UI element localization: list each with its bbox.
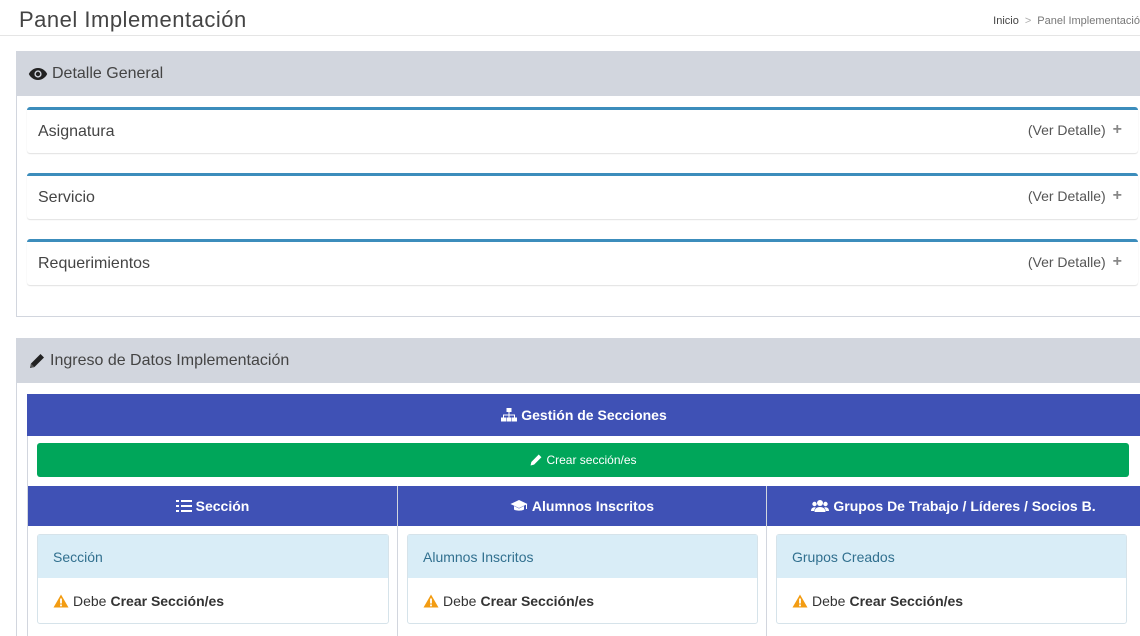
users-icon [811, 500, 830, 512]
ingreso-datos-title: Ingreso de Datos Implementación [50, 352, 290, 369]
panel-requerimientos: Requerimientos (Ver Detalle) + [27, 239, 1138, 285]
warning-text: Debe [73, 593, 107, 609]
pencil-icon [30, 354, 44, 368]
column-seccion-title: Sección [195, 498, 250, 514]
warning-text: Debe [443, 593, 477, 609]
alumnos-card: Alumnos Inscritos Debe Crear Sección/es [407, 534, 758, 624]
gestion-secciones-title: Gestión de Secciones [521, 407, 667, 423]
asignatura-ver-detalle-button[interactable]: (Ver Detalle) + [1028, 121, 1122, 139]
ingreso-datos-box: Ingreso de Datos Implementación Gestión … [16, 338, 1140, 636]
panel-requerimientos-label: Requerimientos [38, 255, 151, 272]
pencil-icon [531, 454, 542, 466]
breadcrumb-home-link[interactable]: Inicio [993, 15, 1019, 27]
panel-asignatura-label: Asignatura [38, 123, 115, 140]
warning-strong-text: Crear Sección/es [480, 593, 595, 609]
grupos-card-warning: Debe Crear Sección/es [777, 578, 1126, 609]
panel-servicio: Servicio (Ver Detalle) + [27, 173, 1138, 219]
gestion-secciones-header: Gestión de Secciones [27, 394, 1140, 436]
ver-detalle-label: (Ver Detalle) [1027, 122, 1106, 138]
column-seccion-header: Sección [28, 486, 397, 526]
seccion-card-warning: Debe Crear Sección/es [38, 578, 388, 609]
requerimientos-ver-detalle-button[interactable]: (Ver Detalle) + [1028, 253, 1122, 271]
sitemap-icon [501, 408, 518, 422]
detalle-general-title: Detalle General [52, 65, 164, 82]
crear-seccion-label: Crear sección/es [546, 453, 637, 467]
plus-icon: + [1112, 187, 1122, 204]
column-alumnos-header: Alumnos Inscritos [398, 486, 766, 526]
warning-strong-text: Crear Sección/es [110, 593, 225, 609]
column-alumnos-title: Alumnos Inscritos [531, 498, 655, 514]
warning-strong-text: Crear Sección/es [849, 593, 964, 609]
ver-detalle-label: (Ver Detalle) [1027, 188, 1106, 204]
page-title: Panel Implementación [19, 7, 247, 32]
column-grupos-trabajo: Grupos De Trabajo / Líderes / Socios B. … [767, 486, 1140, 636]
warning-text: Debe [812, 593, 846, 609]
secciones-columns: Sección Sección Debe Crear Sección/es Alu… [27, 486, 1140, 636]
column-grupos-title: Grupos De Trabajo / Líderes / Socios B. [833, 498, 1096, 514]
column-grupos-header: Grupos De Trabajo / Líderes / Socios B. [767, 486, 1140, 526]
crear-seccion-button[interactable]: Crear sección/es [37, 443, 1129, 477]
column-seccion: Sección Sección Debe Crear Sección/es [27, 486, 398, 636]
servicio-ver-detalle-button[interactable]: (Ver Detalle) + [1028, 187, 1122, 205]
alumnos-card-warning: Debe Crear Sección/es [408, 578, 757, 609]
warning-icon [53, 594, 69, 608]
gestion-secciones-body: Crear sección/es [27, 436, 1140, 486]
ver-detalle-label: (Ver Detalle) [1027, 254, 1106, 270]
warning-icon [423, 594, 439, 608]
breadcrumb-current: Panel Implementació [1037, 15, 1140, 27]
plus-icon: + [1112, 121, 1122, 138]
grupos-card: Grupos Creados Debe Crear Sección/es [776, 534, 1127, 624]
seccion-card: Sección Debe Crear Sección/es [37, 534, 389, 624]
breadcrumb-separator: > [1024, 15, 1032, 27]
panel-servicio-label: Servicio [38, 189, 95, 206]
detalle-general-box: Detalle General Asignatura (Ver Detalle)… [16, 51, 1140, 317]
warning-icon [792, 594, 808, 608]
seccion-card-title: Sección [38, 535, 388, 578]
alumnos-card-title: Alumnos Inscritos [408, 535, 757, 578]
column-alumnos-inscritos: Alumnos Inscritos Alumnos Inscritos Debe… [398, 486, 767, 636]
grupos-card-title: Grupos Creados [777, 535, 1126, 578]
panel-asignatura: Asignatura (Ver Detalle) + [27, 107, 1138, 153]
graduation-cap-icon [510, 500, 528, 511]
list-icon [175, 500, 192, 512]
plus-icon: + [1112, 253, 1122, 270]
page-header: Panel Implementación Inicio > Panel Implem… [0, 0, 1140, 36]
eye-icon [28, 68, 48, 80]
ingreso-datos-header: Ingreso de Datos Implementación [17, 339, 1140, 383]
breadcrumb: Inicio > Panel Implementació [993, 15, 1140, 27]
detalle-general-header: Detalle General [17, 52, 1140, 96]
